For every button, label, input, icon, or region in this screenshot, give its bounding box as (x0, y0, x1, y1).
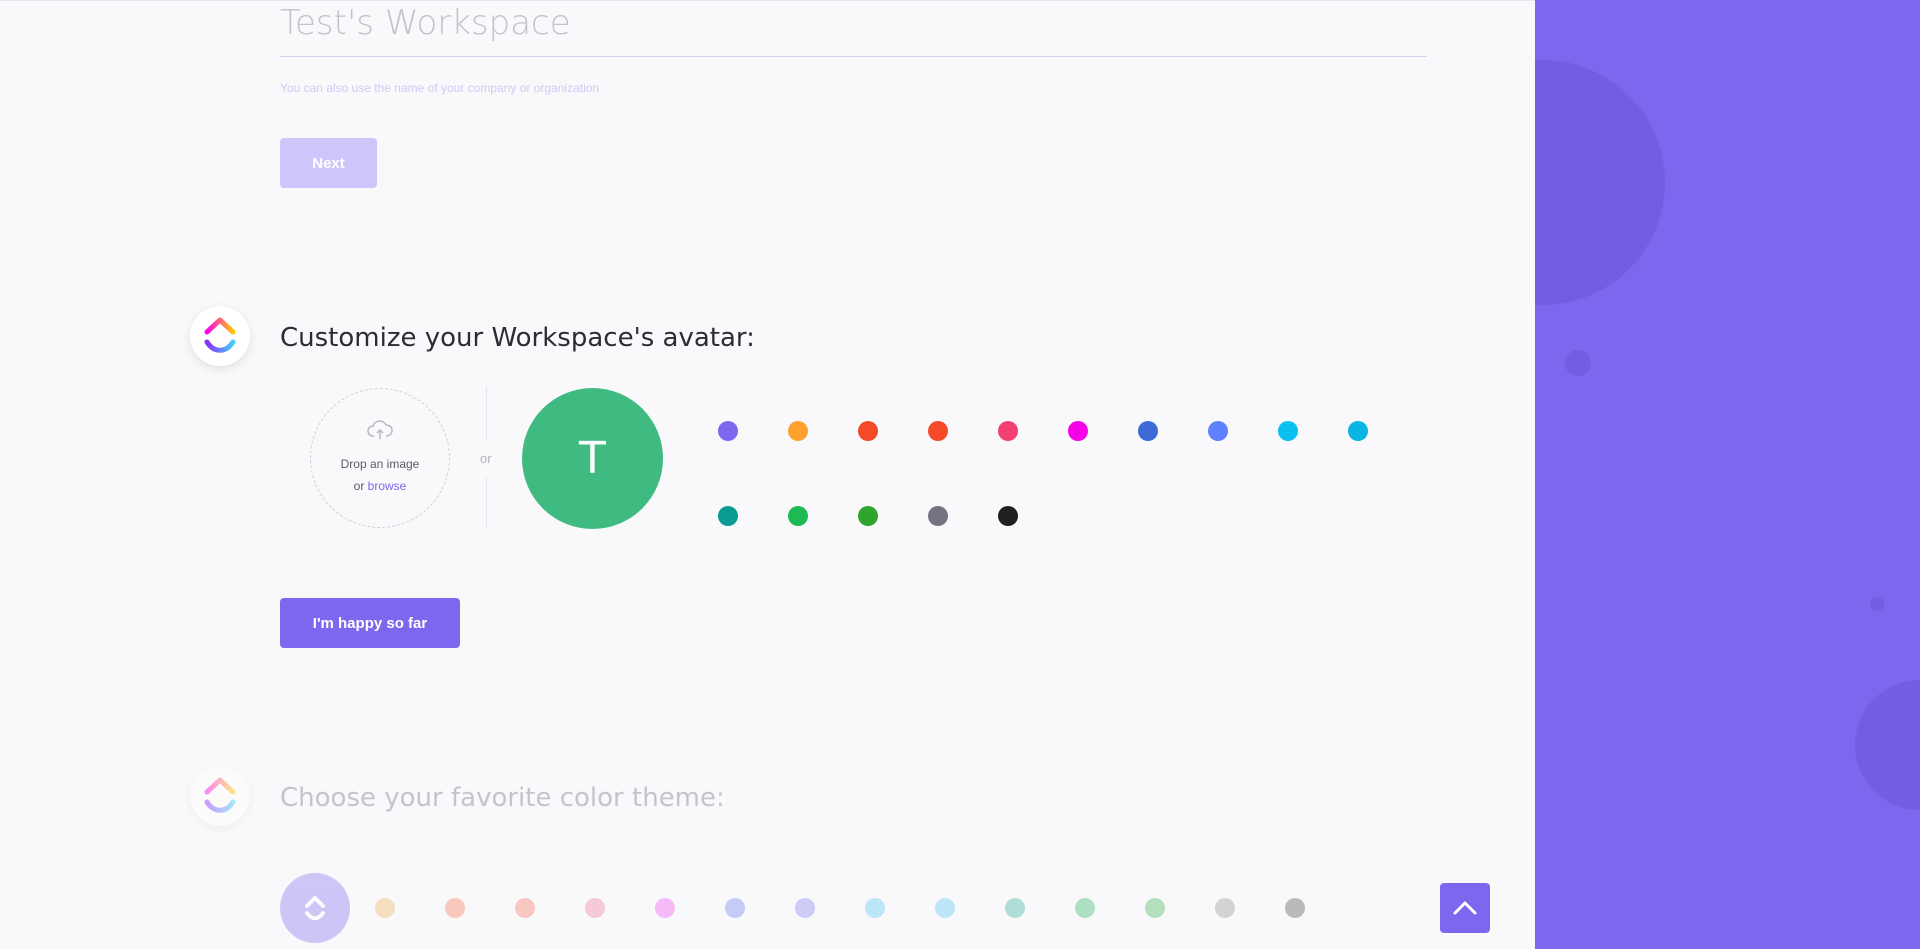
clickup-logo-icon (190, 766, 250, 826)
next-button[interactable]: Next (280, 138, 377, 188)
avatar-color-swatch[interactable] (1208, 421, 1228, 441)
theme-color-swatch[interactable] (655, 898, 675, 918)
or-separator: or (480, 451, 492, 466)
decorative-bubble (1535, 60, 1665, 305)
avatar-color-swatch[interactable] (858, 421, 878, 441)
onboarding-form: Test's Workspace You can also use the na… (0, 0, 1535, 949)
theme-color-swatch[interactable] (445, 898, 465, 918)
image-drop-zone[interactable]: Drop an image or browse (310, 388, 450, 528)
theme-section-title: Choose your favorite color theme: (280, 783, 725, 813)
decorative-bubble (1870, 597, 1884, 611)
theme-color-swatch[interactable] (1005, 898, 1025, 918)
theme-color-swatch[interactable] (515, 898, 535, 918)
workspace-avatar-preview: T (522, 388, 663, 529)
avatar-color-swatch[interactable] (1348, 421, 1368, 441)
avatar-color-swatch[interactable] (998, 421, 1018, 441)
avatar-color-swatch[interactable] (858, 506, 878, 526)
decorative-side-panel (1535, 0, 1920, 949)
divider (486, 478, 487, 528)
scroll-to-top-button[interactable] (1440, 883, 1490, 933)
avatar-color-swatch[interactable] (1068, 421, 1088, 441)
theme-color-swatch[interactable] (1145, 898, 1165, 918)
theme-color-swatch[interactable] (585, 898, 605, 918)
avatar-color-swatch[interactable] (718, 506, 738, 526)
avatar-color-swatch[interactable] (928, 421, 948, 441)
theme-color-swatch[interactable] (865, 898, 885, 918)
workspace-name-underline (280, 56, 1427, 57)
theme-color-swatch[interactable] (1285, 898, 1305, 918)
browse-row: or browse (354, 475, 407, 497)
avatar-section-title: Customize your Workspace's avatar: (280, 323, 755, 353)
theme-color-swatch[interactable] (1215, 898, 1235, 918)
happy-so-far-button[interactable]: I'm happy so far (280, 598, 460, 648)
decorative-bubble (1855, 680, 1920, 810)
divider (486, 386, 487, 441)
theme-color-swatch[interactable] (725, 898, 745, 918)
chevron-up-icon (1453, 901, 1477, 915)
browse-or-text: or (353, 478, 365, 493)
avatar-color-swatch[interactable] (1138, 421, 1158, 441)
workspace-name-hint: You can also use the name of your compan… (280, 81, 600, 95)
theme-color-swatch[interactable] (1075, 898, 1095, 918)
avatar-color-swatch[interactable] (928, 506, 948, 526)
drop-image-label: Drop an image (340, 456, 420, 471)
decorative-bubble (1565, 350, 1591, 376)
avatar-color-swatch[interactable] (718, 421, 738, 441)
avatar-color-swatch[interactable] (1278, 421, 1298, 441)
avatar-color-swatch[interactable] (788, 421, 808, 441)
cloud-upload-icon (367, 419, 393, 447)
browse-link[interactable]: browse (368, 479, 407, 493)
avatar-color-swatch[interactable] (788, 506, 808, 526)
theme-selected-swatch[interactable] (280, 873, 350, 943)
clickup-logo-icon (190, 306, 250, 366)
theme-color-swatch[interactable] (375, 898, 395, 918)
clickup-logo-icon (305, 896, 325, 921)
workspace-name-input[interactable]: Test's Workspace (280, 3, 571, 43)
theme-color-swatch[interactable] (935, 898, 955, 918)
avatar-color-swatch[interactable] (998, 506, 1018, 526)
theme-color-swatch[interactable] (795, 898, 815, 918)
